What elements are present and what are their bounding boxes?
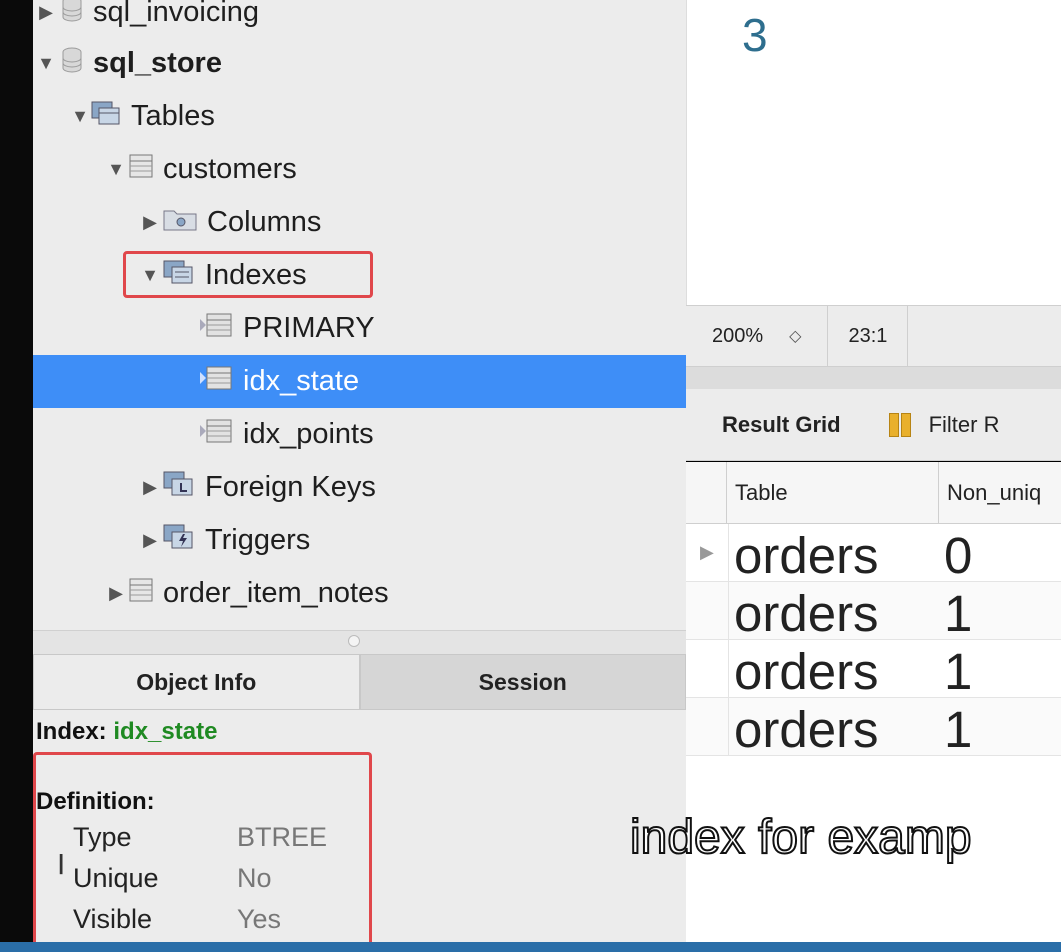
result-grid: Table Non_uniq ▶ orders 0 orders 1 order… — [686, 462, 1061, 942]
tree-item-label: customers — [163, 153, 297, 185]
index-icon — [199, 365, 233, 398]
database-icon — [61, 47, 83, 81]
cell-table[interactable]: orders — [734, 642, 879, 701]
splitter-handle-icon[interactable] — [348, 635, 360, 647]
tree-item-tables[interactable]: ▼ Tables — [33, 90, 686, 143]
tree-item-label: sql_store — [93, 47, 222, 79]
info-tabs: Object Info Session — [33, 654, 686, 710]
grid-view-icon[interactable] — [888, 412, 911, 437]
window-edge — [0, 0, 33, 952]
tree-item-idx-points[interactable]: idx_points — [33, 408, 686, 461]
index-prefix: Index: — [36, 718, 107, 745]
cell-table[interactable]: orders — [734, 526, 879, 585]
tree-item-label: PRIMARY — [243, 312, 375, 344]
expand-arrow-icon[interactable]: ▼ — [69, 106, 91, 127]
zoom-stepper-icon[interactable]: ◇ — [789, 326, 801, 346]
triggers-folder-icon — [163, 524, 195, 558]
tree-item-label: order_item_notes — [163, 577, 389, 609]
table-row[interactable]: orders 1 — [686, 640, 1061, 701]
cursor-position: 23:1 — [848, 324, 888, 347]
tables-folder-icon — [91, 100, 121, 133]
grid-header: Table Non_uniq — [686, 462, 1061, 524]
table-row[interactable]: ▶ orders 0 — [686, 524, 1061, 585]
tree-item-label: Foreign Keys — [205, 471, 376, 503]
table-icon — [129, 153, 153, 186]
tree-item-label: Columns — [207, 206, 322, 238]
tree-item-triggers[interactable]: ▶ Triggers — [33, 514, 686, 567]
database-icon — [61, 0, 83, 30]
tree-item-order-item-notes[interactable]: ▶ order_item_notes — [33, 567, 686, 620]
tree-item-primary[interactable]: PRIMARY — [33, 302, 686, 355]
taskbar-edge — [0, 942, 1061, 952]
column-header-non-unique[interactable]: Non_uniq — [938, 462, 1061, 524]
divider — [827, 305, 829, 367]
highlight-definition-box — [33, 752, 372, 952]
foreign-keys-folder-icon — [163, 471, 195, 505]
video-caption: index for examp — [629, 810, 973, 865]
divider — [686, 367, 1061, 389]
tree-item-sql-invoicing[interactable]: ▶ sql_invoicing — [33, 0, 686, 39]
tree-item-label: idx_state — [243, 365, 360, 397]
cell-non-unique[interactable]: 1 — [944, 700, 972, 759]
filter-rows-label: Filter R — [928, 411, 1000, 437]
table-row[interactable]: orders 1 — [686, 582, 1061, 643]
tab-object-info[interactable]: Object Info — [33, 654, 360, 710]
editor-status-bar: 200% ◇ 23:1 — [686, 305, 1061, 367]
cell-non-unique[interactable]: 1 — [944, 584, 972, 643]
columns-folder-icon — [163, 206, 197, 239]
expand-arrow-icon[interactable]: ▶ — [35, 2, 57, 23]
table-icon — [129, 577, 153, 610]
result-grid-tab[interactable]: Result Grid — [722, 412, 841, 438]
expand-arrow-icon[interactable]: ▼ — [35, 53, 57, 74]
cell-table[interactable]: orders — [734, 700, 879, 759]
tab-session[interactable]: Session — [359, 654, 686, 710]
tree-item-customers[interactable]: ▼ customers — [33, 143, 686, 196]
tree-item-idx-state[interactable]: idx_state — [33, 355, 686, 408]
expand-arrow-icon[interactable]: ▶ — [139, 477, 161, 498]
sql-editor[interactable]: 3 — [686, 0, 1061, 305]
index-icon — [199, 312, 233, 345]
zoom-level: 200% — [712, 324, 764, 347]
cell-non-unique[interactable]: 0 — [944, 526, 972, 585]
cell-table[interactable]: orders — [734, 584, 879, 643]
index-name: idx_state — [113, 718, 218, 745]
expand-arrow-icon[interactable]: ▶ — [139, 530, 161, 551]
index-heading: Index: idx_state — [36, 718, 217, 746]
tree-item-foreign-keys[interactable]: ▶ Foreign Keys — [33, 461, 686, 514]
result-toolbar: Result Grid Filter R — [686, 389, 1061, 461]
highlight-indexes-box — [123, 251, 373, 298]
tree-item-columns[interactable]: ▶ Columns — [33, 196, 686, 249]
tree-item-label: idx_points — [243, 418, 374, 450]
index-icon — [199, 418, 233, 451]
column-header-table[interactable]: Table — [726, 462, 938, 524]
tree-item-label: Triggers — [205, 524, 311, 556]
schema-navigator: ▶ sql_invoicing ▼ sql_store ▼ Tables ▼ c… — [33, 0, 686, 630]
cell-non-unique[interactable]: 1 — [944, 642, 972, 701]
table-row[interactable]: orders 1 — [686, 698, 1061, 759]
tree-item-label: sql_invoicing — [93, 0, 260, 28]
expand-arrow-icon[interactable]: ▼ — [105, 159, 127, 180]
tree-item-label: Tables — [131, 100, 215, 132]
tree-item-sql-store[interactable]: ▼ sql_store — [33, 37, 686, 90]
expand-arrow-icon[interactable]: ▶ — [139, 212, 161, 233]
panel-splitter[interactable] — [33, 630, 686, 654]
divider — [907, 305, 909, 367]
current-row-icon: ▶ — [700, 542, 714, 562]
expand-arrow-icon[interactable]: ▶ — [105, 583, 127, 604]
line-number: 3 — [742, 9, 768, 61]
